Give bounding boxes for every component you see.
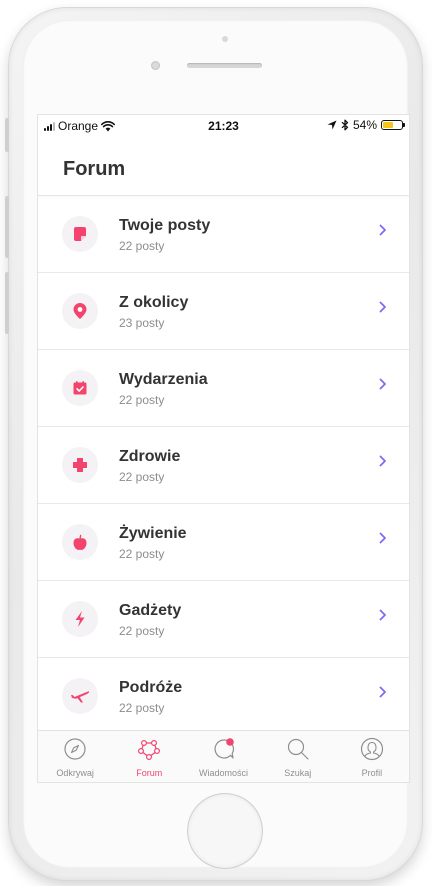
page: Orange 21:23 54% Forum Twoje posty 22 po… (0, 0, 432, 886)
forum-post-count: 22 posty (119, 470, 165, 484)
forum-post-count: 23 posty (119, 316, 165, 330)
mute-switch (5, 118, 9, 152)
forum-row-icon-bg (62, 293, 98, 329)
tab-label: Wiadomości (199, 768, 249, 778)
tab-wiadomosci[interactable]: Wiadomości (186, 731, 260, 782)
forum-post-count: 22 posty (119, 239, 165, 253)
forum-row-icon-bg (62, 524, 98, 560)
forum-row-icon-bg (62, 447, 98, 483)
forum-post-count: 22 posty (119, 624, 165, 638)
search-icon (287, 738, 309, 760)
navigation-header: Forum (38, 137, 409, 196)
tab-label: Odkrywaj (56, 768, 94, 778)
chevron-right-icon (379, 455, 386, 467)
forum-row-zdrowie[interactable]: Zdrowie 22 posty (38, 427, 409, 504)
forum-title: Podróże (119, 679, 183, 696)
apple-icon (73, 534, 87, 550)
medical-cross-icon (73, 458, 87, 472)
forum-row-zywienie[interactable]: Żywienie 22 posty (38, 504, 409, 581)
forum-title: Zdrowie (119, 448, 181, 465)
tab-bar: Odkrywaj Forum Wiadomości Szukaj Profil (38, 730, 409, 782)
forum-row-icon-bg (62, 678, 98, 714)
calendar-check-icon (73, 381, 87, 395)
forum-network-icon (138, 739, 161, 761)
tab-label: Profil (361, 768, 383, 778)
forum-row-z-okolicy[interactable]: Z okolicy 23 posty (38, 273, 409, 350)
forum-row-wydarzenia[interactable]: Wydarzenia 22 posty (38, 350, 409, 427)
battery-percent: 54% (352, 118, 377, 132)
profile-icon (360, 737, 384, 761)
app-screen: Orange 21:23 54% Forum Twoje posty 22 po… (38, 115, 409, 782)
chevron-right-icon (379, 301, 386, 313)
forum-row-icon-bg (62, 601, 98, 637)
forum-title: Z okolicy (119, 294, 189, 311)
home-button[interactable] (188, 794, 262, 868)
chevron-right-icon (379, 224, 386, 236)
location-arrow-icon (327, 120, 337, 130)
forum-post-count: 22 posty (119, 701, 165, 715)
forum-post-count: 22 posty (119, 547, 165, 561)
tab-profil[interactable]: Profil (335, 731, 409, 782)
volume-down-button (5, 272, 9, 334)
tab-label: Szukaj (284, 768, 312, 778)
chevron-right-icon (379, 532, 386, 544)
forum-title: Gadżety (119, 602, 182, 619)
forum-post-count: 22 posty (119, 393, 165, 407)
forum-title: Twoje posty (119, 217, 211, 234)
lightning-icon (75, 611, 85, 627)
chevron-right-icon (379, 686, 386, 698)
page-title: Forum (63, 158, 126, 180)
forum-row-icon-bg (62, 216, 98, 252)
battery-icon (381, 120, 405, 130)
chat-bubble-icon (213, 738, 234, 759)
chevron-right-icon (379, 378, 386, 390)
forum-list: Twoje posty 22 posty Z okolicy 23 posty (38, 196, 409, 735)
tab-label: Forum (136, 768, 163, 778)
forum-row-gadzety[interactable]: Gadżety 22 posty (38, 581, 409, 658)
status-right: 54% (327, 118, 405, 132)
tab-odkrywaj[interactable]: Odkrywaj (38, 731, 112, 782)
bluetooth-icon (341, 119, 349, 131)
chevron-right-icon (379, 609, 386, 621)
status-bar: Orange 21:23 54% (38, 115, 409, 137)
volume-up-button (5, 196, 9, 258)
location-pin-icon (73, 303, 87, 319)
forum-row-icon-bg (62, 370, 98, 406)
note-icon (74, 227, 86, 241)
forum-row-podroze[interactable]: Podróże 22 posty (38, 658, 409, 735)
earpiece-speaker (187, 63, 262, 68)
tab-szukaj[interactable]: Szukaj (261, 731, 335, 782)
tab-forum[interactable]: Forum (112, 731, 186, 782)
airplane-icon (71, 691, 90, 703)
battery-level-fill (383, 122, 393, 128)
proximity-sensor (222, 36, 228, 42)
compass-icon (64, 738, 86, 760)
front-camera (151, 61, 160, 70)
forum-title: Wydarzenia (119, 371, 208, 388)
forum-row-twoje-posty[interactable]: Twoje posty 22 posty (38, 196, 409, 273)
forum-title: Żywienie (119, 525, 187, 542)
